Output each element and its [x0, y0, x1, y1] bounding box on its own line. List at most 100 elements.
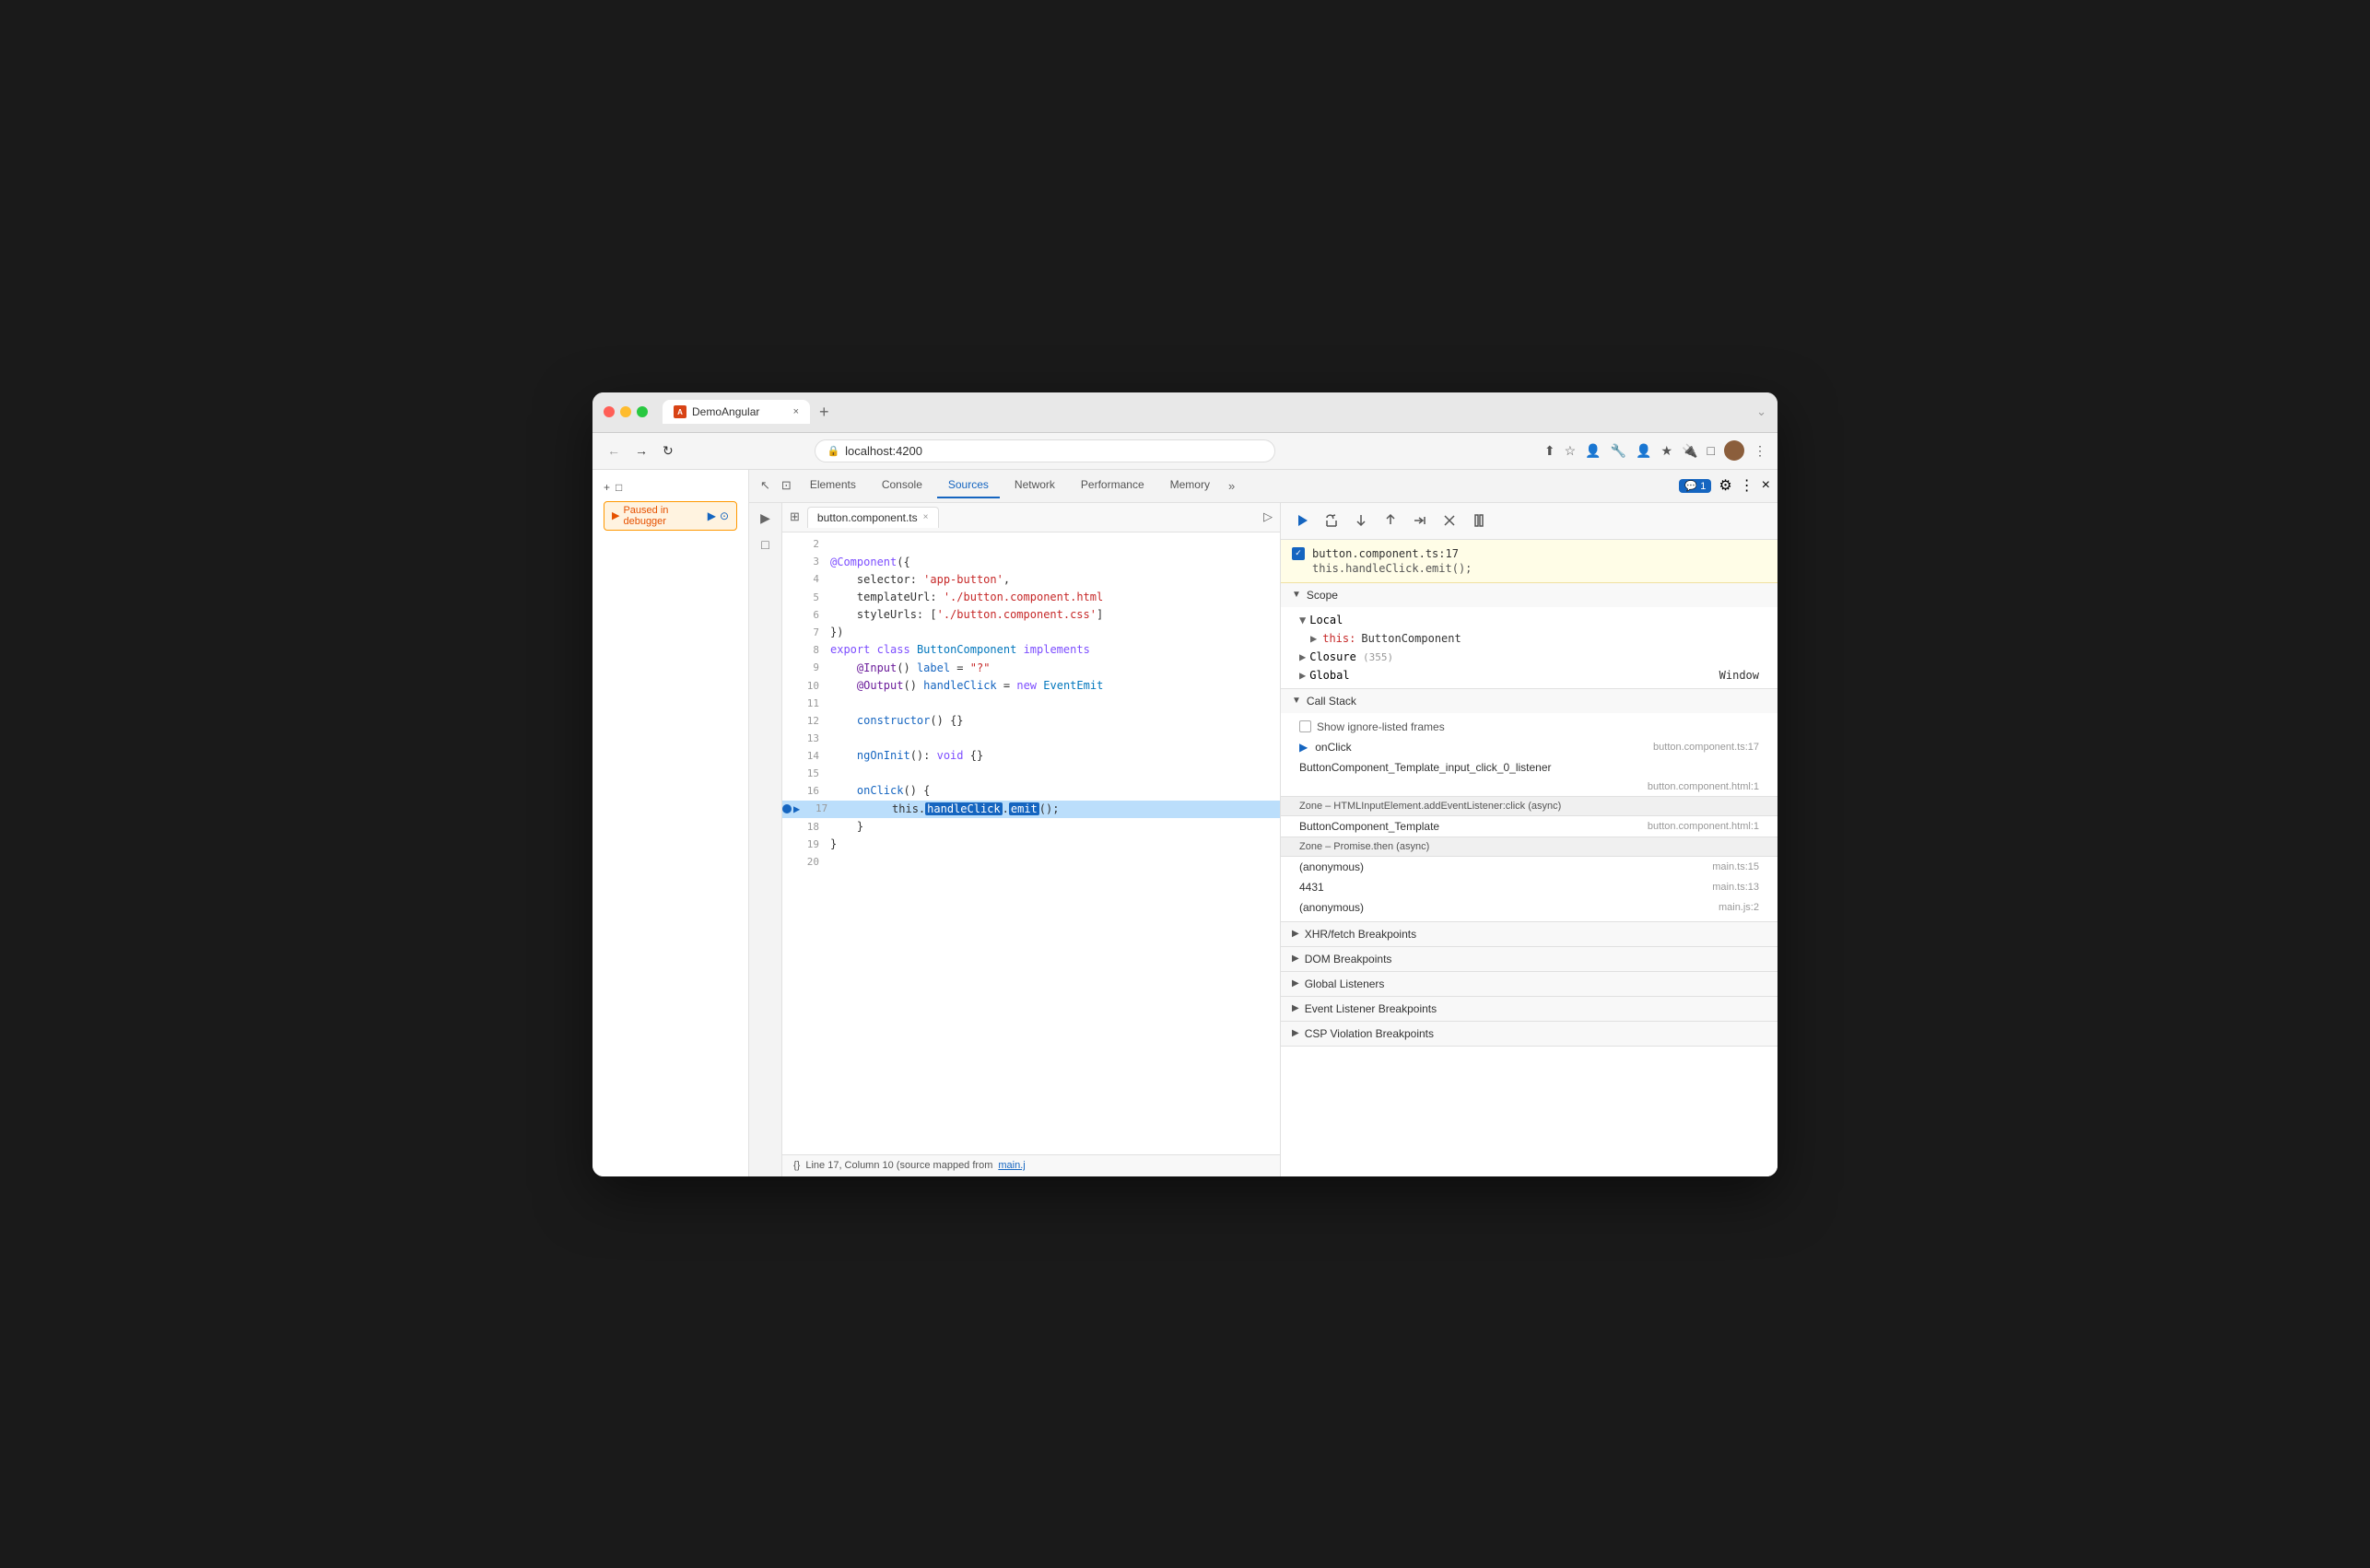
- call-stack-item-anon1[interactable]: (anonymous) main.ts:15: [1281, 857, 1778, 877]
- tab-performance[interactable]: Performance: [1070, 473, 1156, 498]
- call-stack-item-anon2[interactable]: (anonymous) main.js:2: [1281, 897, 1778, 918]
- code-line-9: 9 @Input() label = "?": [782, 660, 1280, 677]
- format-icon[interactable]: {}: [793, 1160, 800, 1171]
- call-stack-item-template-listener[interactable]: ButtonComponent_Template_input_click_0_l…: [1281, 757, 1778, 778]
- code-line-10: 10 @Output() handleClick = new EventEmit: [782, 677, 1280, 695]
- step-into-button[interactable]: [1351, 510, 1371, 531]
- debug-controls: [1281, 503, 1778, 540]
- more-tabs-icon[interactable]: »: [1225, 475, 1238, 497]
- line-num-12: 12: [793, 713, 830, 730]
- csp-violation-header[interactable]: ▶ CSP Violation Breakpoints: [1281, 1022, 1778, 1046]
- line-num-3: 3: [793, 554, 830, 570]
- line-content-19: }: [830, 836, 837, 853]
- forward-button[interactable]: →: [631, 441, 651, 460]
- breakpoint-indicator-17[interactable]: [782, 804, 792, 813]
- step-out-button[interactable]: [1380, 510, 1401, 531]
- file-tab-close-icon[interactable]: ×: [923, 512, 929, 522]
- resume-icon[interactable]: ▶: [708, 509, 716, 522]
- devtools-more-icon[interactable]: ⋮: [1740, 476, 1754, 495]
- global-listeners-header[interactable]: ▶ Global Listeners: [1281, 972, 1778, 996]
- devtools-close-icon[interactable]: ×: [1762, 477, 1770, 494]
- global-value: Window: [1719, 669, 1759, 682]
- ignore-checkbox[interactable]: [1299, 720, 1311, 732]
- xhr-breakpoints-header[interactable]: ▶ XHR/fetch Breakpoints: [1281, 922, 1778, 946]
- pause-on-exception-button[interactable]: [1469, 510, 1489, 531]
- inspect-element-icon[interactable]: ↖: [757, 474, 774, 497]
- event-listener-header[interactable]: ▶ Event Listener Breakpoints: [1281, 997, 1778, 1021]
- anon2-file-ref: main.js:2: [1719, 902, 1759, 913]
- bp-location: button.component.ts:17: [1312, 547, 1459, 560]
- scope-header[interactable]: ▼ Scope: [1281, 583, 1778, 607]
- more-options-icon[interactable]: ⋮: [1754, 443, 1766, 459]
- event-listener-breakpoints-section: ▶ Event Listener Breakpoints: [1281, 997, 1778, 1022]
- add-file-icon[interactable]: ⊞: [790, 509, 800, 524]
- line-content-9: @Input() label = "?": [830, 660, 990, 677]
- code-editor[interactable]: 2 3 @Component({ 4: [782, 532, 1280, 1154]
- active-tab[interactable]: A DemoAngular ×: [663, 400, 810, 424]
- global-section-header[interactable]: ▶ Global Window: [1281, 666, 1778, 685]
- line-num-7: 7: [793, 625, 830, 641]
- dom-breakpoints-header[interactable]: ▶ DOM Breakpoints: [1281, 947, 1778, 971]
- notifications-badge[interactable]: 💬 1: [1679, 479, 1711, 493]
- call-stack-item-html1[interactable]: button.component.html:1: [1281, 778, 1778, 796]
- tab-elements[interactable]: Elements: [799, 473, 867, 498]
- tab-close-icon[interactable]: ×: [793, 406, 799, 417]
- new-tab-button[interactable]: +: [814, 403, 835, 422]
- code-line-13: 13: [782, 730, 1280, 747]
- line-num-9: 9: [793, 660, 830, 676]
- step-button[interactable]: [1410, 510, 1430, 531]
- tab-memory[interactable]: Memory: [1159, 473, 1221, 498]
- extension-icon[interactable]: 👤: [1585, 443, 1601, 459]
- bookmark2-icon[interactable]: ★: [1661, 443, 1673, 459]
- profile-icon[interactable]: 👤: [1636, 443, 1651, 459]
- tab-sources[interactable]: Sources: [937, 473, 1000, 498]
- code-line-3: 3 @Component({: [782, 554, 1280, 571]
- title-bar: A DemoAngular × + ⌄: [592, 392, 1778, 433]
- breakpoint-info: ✓ button.component.ts:17 this.handleClic…: [1281, 540, 1778, 583]
- url-bar[interactable]: 🔒 localhost:4200: [815, 439, 1275, 462]
- line-num-17: 17: [802, 801, 839, 817]
- source-map-link[interactable]: main.j: [998, 1160, 1025, 1171]
- code-line-4: 4 selector: 'app-button',: [782, 571, 1280, 589]
- scope-label: Scope: [1307, 589, 1338, 602]
- add-element-btn[interactable]: + □: [604, 481, 737, 494]
- bp-checkbox[interactable]: ✓: [1292, 547, 1305, 560]
- minimize-button[interactable]: [620, 406, 631, 417]
- line-content-10: @Output() handleClick = new EventEmit: [830, 677, 1103, 695]
- call-stack-item-4431[interactable]: 4431 main.ts:13: [1281, 877, 1778, 897]
- maximize-button[interactable]: [637, 406, 648, 417]
- sidebar-filesystem-icon[interactable]: □: [761, 537, 768, 552]
- close-button[interactable]: [604, 406, 615, 417]
- template-name: ButtonComponent_Template: [1299, 820, 1439, 833]
- global-arrow-icon: ▶: [1299, 669, 1306, 682]
- closure-section-header[interactable]: ▶ Closure (355): [1281, 648, 1778, 666]
- tab-console[interactable]: Console: [871, 473, 933, 498]
- share-icon[interactable]: ⬆: [1544, 443, 1555, 459]
- file-tab-button-component[interactable]: button.component.ts ×: [807, 507, 939, 528]
- step-forward-icon[interactable]: ▷: [1263, 509, 1273, 524]
- back-button[interactable]: ←: [604, 441, 624, 460]
- resume-button[interactable]: [1292, 510, 1312, 531]
- step-over-icon[interactable]: ⊙: [720, 509, 729, 522]
- scope-item-this[interactable]: ▶ this: ButtonComponent: [1281, 629, 1778, 648]
- extensions3-icon[interactable]: 🔌: [1682, 443, 1697, 459]
- tab-bar: A DemoAngular × +: [663, 400, 1749, 424]
- settings-icon[interactable]: ⚙: [1719, 476, 1731, 495]
- bookmark-icon[interactable]: ☆: [1565, 443, 1577, 459]
- user-avatar[interactable]: [1724, 440, 1744, 461]
- window-resize-icon[interactable]: ⌄: [1756, 404, 1766, 418]
- tab-network[interactable]: Network: [1003, 473, 1066, 498]
- status-text: Line 17, Column 10 (source mapped from: [805, 1160, 992, 1171]
- call-stack-header[interactable]: ▼ Call Stack: [1281, 689, 1778, 713]
- extension2-icon[interactable]: 🔧: [1611, 443, 1626, 459]
- call-stack-item-onclick[interactable]: ▶ onClick button.component.ts:17: [1281, 737, 1778, 757]
- device-toggle-icon[interactable]: ⊡: [778, 474, 795, 497]
- deactivate-breakpoints-button[interactable]: [1439, 510, 1460, 531]
- step-over-button[interactable]: [1321, 510, 1342, 531]
- local-section-header[interactable]: ▼ Local: [1281, 611, 1778, 629]
- call-stack-item-template[interactable]: ButtonComponent_Template button.componen…: [1281, 816, 1778, 837]
- debugger-sections[interactable]: ▼ Scope ▼ Local ▶: [1281, 583, 1778, 1176]
- reload-button[interactable]: ↻: [659, 441, 677, 461]
- devtools-icon[interactable]: □: [1707, 443, 1715, 458]
- sidebar-navigate-icon[interactable]: ▶: [760, 510, 770, 526]
